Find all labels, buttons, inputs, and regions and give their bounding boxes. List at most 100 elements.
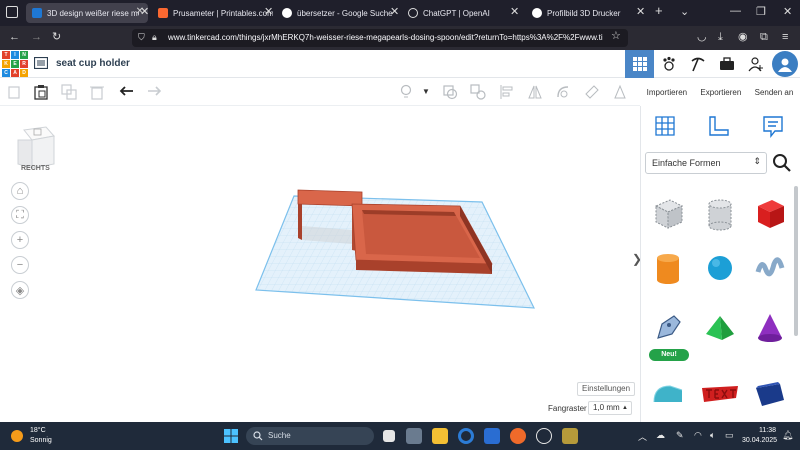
export-button[interactable]: Exportieren [700, 88, 741, 97]
shape-box[interactable] [747, 188, 793, 240]
battery-icon[interactable]: ▭ [725, 430, 734, 441]
wifi-icon[interactable]: ◠ [694, 430, 702, 441]
fit-view-button[interactable]: ⛶ [11, 206, 29, 224]
account-icon[interactable]: ◉ [738, 30, 748, 44]
sim-lab-button[interactable] [712, 50, 741, 78]
workplane-viewport[interactable]: RECHTS ⌂ ⛶ + − ◈ Einstellungen Fangraste… [0, 106, 640, 422]
send-to-button[interactable]: Senden an [755, 88, 794, 97]
home-view-button[interactable]: ⌂ [11, 182, 29, 200]
close-window-icon[interactable]: ✕ [783, 5, 792, 18]
shape-roof[interactable] [697, 302, 743, 354]
undo-icon[interactable] [119, 84, 135, 100]
close-tab-icon[interactable]: ✕ [636, 5, 645, 18]
pocket-icon[interactable]: ◡ [697, 30, 707, 44]
download-icon[interactable]: ⤓ [718, 30, 723, 44]
shape-cone[interactable] [747, 302, 793, 354]
notes-tool-icon[interactable] [761, 114, 785, 138]
panel-scrollbar[interactable] [794, 186, 798, 336]
tray-overflow-icon[interactable]: ︿ [638, 430, 647, 443]
tab-profilbild[interactable]: Profilbild 3D Drucker [526, 3, 648, 23]
workplane-tool-icon[interactable] [653, 114, 677, 138]
shape-sphere[interactable] [697, 242, 743, 294]
notification-bell-icon[interactable]: 🔔︎ [782, 430, 793, 441]
shape-half-cylinder[interactable] [645, 368, 691, 420]
bookmark-star-icon[interactable]: ☆ [611, 29, 621, 43]
shape-cylinder-hole[interactable] [697, 188, 743, 240]
close-tab-icon[interactable]: ✕ [264, 5, 273, 18]
chevron-down-icon[interactable]: ▼ [422, 87, 430, 96]
ortho-toggle-button[interactable]: ◈ [11, 281, 29, 299]
ungroup-icon[interactable] [470, 84, 486, 100]
ruler-icon[interactable] [584, 84, 600, 100]
group-icon[interactable] [442, 84, 458, 100]
search-icon[interactable] [771, 152, 793, 174]
snap-grid-select[interactable]: 1,0 mm ▲ [588, 401, 632, 415]
shape-category-select[interactable]: Einfache Formen ⇕ [645, 152, 767, 174]
collapse-panel-icon[interactable]: ❯ [632, 252, 640, 276]
shape-box-hole[interactable] [645, 188, 691, 240]
shape-scribble[interactable] [747, 242, 793, 294]
lock-icon[interactable]: 🔒︎ [152, 32, 157, 43]
tab-google[interactable]: übersetzer - Google Suche [276, 3, 400, 23]
task-view-icon[interactable] [383, 430, 395, 442]
forward-icon[interactable]: → [31, 30, 42, 44]
clock-time[interactable]: 11:38 [759, 427, 776, 434]
align-icon[interactable] [499, 84, 515, 100]
add-user-button[interactable] [741, 50, 770, 78]
shape-cylinder[interactable] [645, 242, 691, 294]
file-explorer-icon[interactable] [432, 428, 448, 444]
settings-button[interactable]: Einstellungen [577, 382, 636, 396]
extensions-icon[interactable]: ⧉ [760, 30, 768, 44]
delete-icon[interactable] [89, 84, 105, 100]
3d-design-view-button[interactable] [625, 50, 654, 78]
user-avatar[interactable] [772, 51, 798, 77]
design-title[interactable]: seat cup holder [56, 58, 130, 69]
address-bar[interactable]: ⛉ 🔒︎ www.tinkercad.com/things/jxrMhERKQ7… [132, 29, 628, 47]
pen-tray-icon[interactable]: ✎ [676, 430, 684, 441]
firefox-icon[interactable] [510, 428, 526, 444]
import-button[interactable]: Importieren [647, 88, 687, 97]
app-menu-icon[interactable]: ≡ [782, 30, 788, 44]
tab-chatgpt[interactable]: ChatGPT | OpenAI [402, 3, 524, 23]
zoom-out-button[interactable]: − [11, 256, 29, 274]
ruler-tool-icon[interactable] [707, 114, 731, 138]
app-circle-icon[interactable] [458, 428, 474, 444]
cruise-icon[interactable] [555, 84, 571, 100]
widgets-icon[interactable] [406, 428, 422, 444]
volume-icon[interactable]: 🔈︎ [710, 430, 715, 441]
light-bulb-icon[interactable] [398, 84, 414, 100]
tinkercad-logo[interactable]: T I N K E R C A D [2, 51, 28, 77]
zoom-in-button[interactable]: + [11, 231, 29, 249]
redo-icon[interactable] [146, 84, 162, 100]
clock-date[interactable]: 30.04.2025 [742, 437, 777, 444]
copy-icon[interactable] [6, 84, 22, 100]
bricks-view-button[interactable] [683, 50, 712, 78]
game-app-icon[interactable] [562, 428, 578, 444]
paste-icon[interactable] [33, 84, 49, 100]
sun-icon[interactable] [11, 430, 23, 442]
tracking-shield-icon[interactable]: ⛉ [138, 32, 145, 43]
seat-cup-holder-model[interactable] [290, 188, 500, 278]
new-tab-icon[interactable]: + [655, 3, 663, 18]
tab-list-icon[interactable] [6, 6, 18, 18]
close-tab-icon[interactable]: ✕ [390, 5, 399, 18]
notes-icon[interactable] [612, 84, 628, 100]
shape-polygon[interactable] [747, 368, 793, 420]
restore-window-icon[interactable]: ❐ [756, 5, 766, 18]
close-tab-icon[interactable]: ✕ [510, 5, 519, 18]
chatgpt-app-icon[interactable] [536, 428, 552, 444]
tab-overflow-icon[interactable]: ⌄ [680, 5, 689, 18]
mirror-icon[interactable] [527, 84, 543, 100]
minimize-window-icon[interactable]: — [730, 5, 741, 17]
design-menu-icon[interactable] [34, 57, 48, 69]
weather-temperature[interactable]: 18°C [30, 427, 46, 434]
duplicate-icon[interactable] [61, 84, 77, 100]
taskbar-search[interactable]: Suche [246, 427, 374, 445]
tab-tinkercad[interactable]: 3D design weißer riese mega ✕ [26, 3, 148, 23]
tab-printables[interactable]: Prusameter | Printables.com [152, 3, 274, 23]
shape-text[interactable] [697, 368, 743, 420]
back-icon[interactable]: ← [9, 30, 20, 44]
shape-text-numbers[interactable] [645, 302, 691, 354]
reload-icon[interactable]: ↻ [52, 30, 61, 44]
blocks-view-button[interactable] [654, 50, 683, 78]
